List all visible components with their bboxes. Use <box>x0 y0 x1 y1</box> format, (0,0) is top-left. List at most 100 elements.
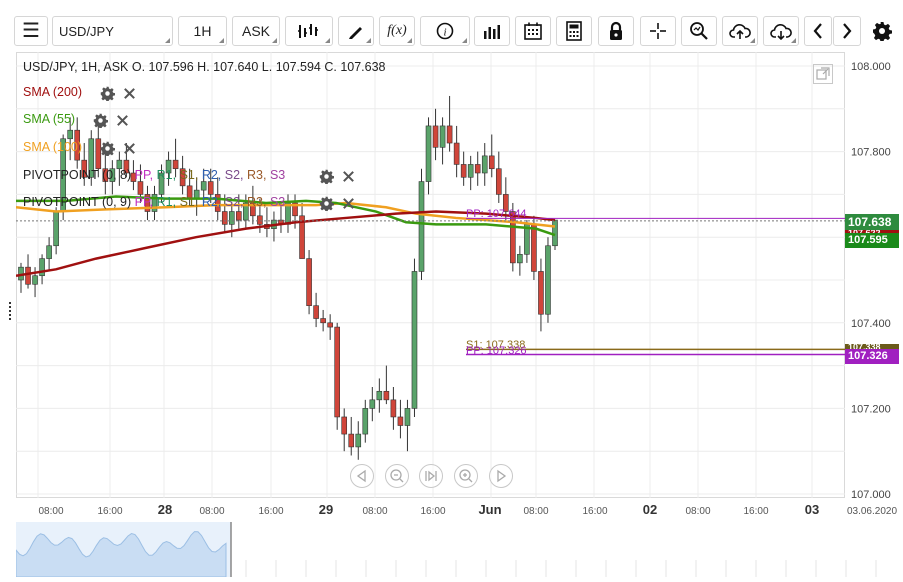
pivot1-level-2: S1, <box>176 168 199 182</box>
pivot1-settings-button[interactable] <box>319 169 335 185</box>
sma100-remove-button[interactable] <box>122 141 138 157</box>
price-type-label: ASK <box>241 23 270 39</box>
price-tick-label: 107.800 <box>851 147 891 159</box>
sma55-settings-button[interactable] <box>93 113 109 129</box>
candle-body <box>67 129 73 140</box>
time-tick-label: Jun <box>478 502 501 517</box>
chart-canvas[interactable] <box>16 52 845 498</box>
price-axis[interactable]: 108.000107.800107.600107.400107.200107.0… <box>845 52 903 501</box>
interval-selector[interactable]: 1H <box>178 16 227 46</box>
gear-icon <box>100 141 115 157</box>
pivot1-level-3: R2, <box>198 168 222 182</box>
scroll-left-button[interactable] <box>804 16 832 46</box>
reset-view-button[interactable] <box>419 464 443 488</box>
close-icon <box>124 88 135 99</box>
pivot2-level-1: R1, <box>153 195 177 209</box>
chevron-left-icon <box>813 23 822 39</box>
settings-button[interactable] <box>866 16 898 46</box>
candle-body <box>341 416 348 435</box>
close-icon <box>117 115 128 126</box>
candle-body <box>390 399 397 418</box>
calendar-button[interactable] <box>515 16 551 46</box>
candle-body <box>320 318 326 324</box>
pivot1-legend: PIVOTPOINT (0, 8) PP, R1, S1, R2, S2, R3… <box>23 168 285 182</box>
candle-body <box>362 408 369 435</box>
scroll-right-button[interactable] <box>833 16 861 46</box>
candle-body <box>25 266 31 285</box>
panel-drag-handle[interactable] <box>9 302 14 320</box>
pivot2-level-3: R2, <box>198 195 222 209</box>
time-axis[interactable]: 08:00 16:00 28 08:00 16:00 29 08:00 16:00 Jun 08:… <box>16 498 903 522</box>
pp-annotation-top: PP: 107.644 <box>466 208 527 220</box>
candle-body <box>481 155 488 174</box>
indicators-button[interactable]: f(x) <box>379 16 415 46</box>
sma100-settings-button[interactable] <box>100 141 116 157</box>
fullscreen-button[interactable] <box>813 64 833 84</box>
sma55-remove-button[interactable] <box>115 113 131 129</box>
pivot2-label: PIVOTPOINT (0, 9) <box>23 195 132 209</box>
chart-area[interactable] <box>16 52 845 498</box>
time-tick-label: 29 <box>319 502 333 517</box>
pivot2-legend: PIVOTPOINT (0, 9) PP, R1, S1, R2, S2, R3… <box>23 195 285 209</box>
price-tick-label: 107.400 <box>851 318 891 330</box>
sma200-settings-button[interactable] <box>100 86 116 102</box>
nav-back-button[interactable] <box>350 464 374 488</box>
lock-button[interactable] <box>598 16 634 46</box>
candle-body <box>348 433 355 448</box>
time-tick-label: 03 <box>805 502 819 517</box>
chart-grid <box>16 52 845 498</box>
candle-body <box>39 258 45 277</box>
zoom-out-button[interactable] <box>385 464 409 488</box>
time-tick-label: 08:00 <box>38 506 63 517</box>
candle-body <box>538 271 544 315</box>
pivot2-level-6: S3 <box>266 195 286 209</box>
candle-body <box>53 211 59 247</box>
close-icon <box>343 171 354 182</box>
time-tick-label: 08:00 <box>362 506 387 517</box>
calculator-button[interactable] <box>556 16 592 46</box>
download-button[interactable] <box>763 16 799 46</box>
info-button[interactable]: i <box>420 16 470 46</box>
sma200-remove-button[interactable] <box>122 86 138 102</box>
pivot1-level-6: S3 <box>266 168 286 182</box>
interval-label: 1H <box>193 23 212 39</box>
draw-tool-button[interactable] <box>338 16 374 46</box>
close-icon <box>343 198 354 209</box>
gear-icon <box>873 22 892 41</box>
pivot1-remove-button[interactable] <box>341 169 357 185</box>
candle-body <box>517 254 523 264</box>
candle-body <box>404 408 411 426</box>
time-tick-label: 28 <box>158 502 172 517</box>
candle-body <box>460 164 467 178</box>
zoom-out-icon <box>390 469 404 483</box>
price-tick-label: 107.000 <box>851 489 891 498</box>
upload-button[interactable] <box>722 16 758 46</box>
volume-button[interactable] <box>474 16 510 46</box>
symbol-label: USD/JPY <box>59 24 114 39</box>
close-icon <box>124 143 135 154</box>
candle-body <box>46 245 52 259</box>
pivot1-level-4: S2, <box>221 168 244 182</box>
pivot1-level-5: R3, <box>243 168 267 182</box>
navigator-panel[interactable] <box>15 522 903 578</box>
nav-forward-button[interactable] <box>489 464 513 488</box>
candle-body <box>495 168 502 195</box>
candle-body <box>432 125 439 148</box>
time-tick-label: 16:00 <box>97 506 122 517</box>
time-tick-label: 02 <box>643 502 657 517</box>
candle-body <box>207 181 214 195</box>
zoom-button[interactable] <box>681 16 717 46</box>
candle-body <box>439 125 446 148</box>
menu-button[interactable]: ☰ <box>14 16 48 46</box>
sma200-label: SMA (200) <box>23 85 83 99</box>
pivot2-remove-button[interactable] <box>341 196 357 212</box>
pivot2-level-0: PP, <box>134 195 154 209</box>
pivot1-level-1: R1, <box>153 168 177 182</box>
chart-type-button[interactable] <box>285 16 333 46</box>
symbol-selector[interactable]: USD/JPY <box>52 16 173 46</box>
candle-body <box>446 125 453 144</box>
price-type-selector[interactable]: ASK <box>232 16 280 46</box>
pivot2-settings-button[interactable] <box>319 196 335 212</box>
crosshair-button[interactable] <box>640 16 676 46</box>
zoom-in-button[interactable] <box>454 464 478 488</box>
